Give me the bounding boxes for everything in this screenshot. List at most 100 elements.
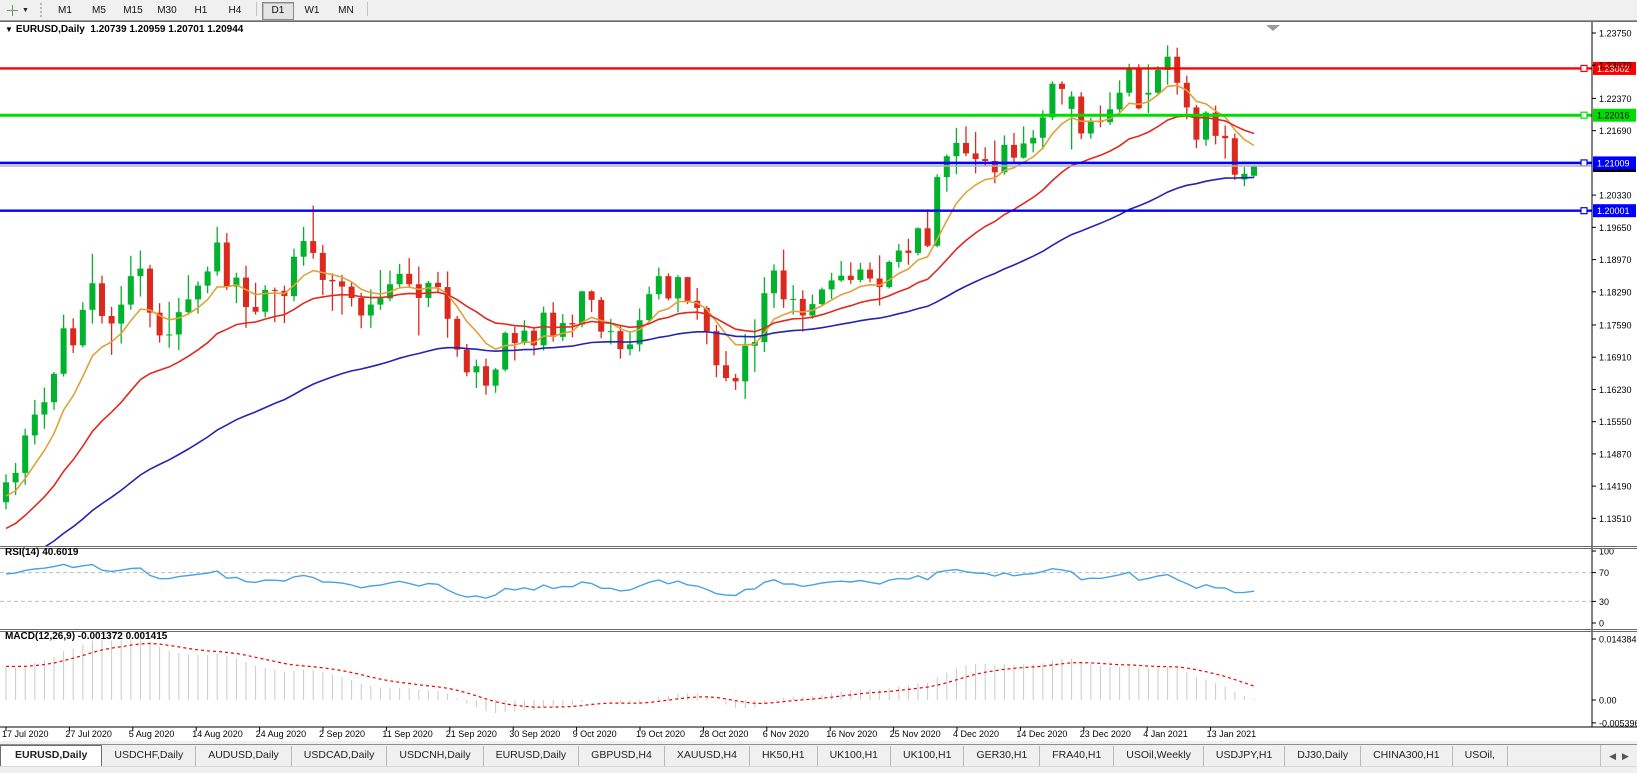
tab-dj30-daily[interactable]: DJ30,Daily: [1285, 746, 1361, 767]
price-tick-label: 1.23750: [1599, 29, 1632, 39]
price-line-label-1.22016[interactable]: 1.22016: [1593, 109, 1636, 122]
chart-tabbar: EURUSD,DailyUSDCHF,DailyAUDUSD,DailyUSDC…: [0, 744, 1637, 767]
date-tick-label: 23 Dec 2020: [1080, 729, 1131, 739]
timeframe-button-m1[interactable]: M1: [49, 2, 81, 20]
macd-histogram: [6, 639, 1254, 714]
price-tick-label: 1.21690: [1599, 126, 1632, 136]
tab-hk50-h1[interactable]: HK50,H1: [750, 746, 818, 767]
tab-usoil[interactable]: USOil,: [1453, 746, 1508, 767]
mt4-window: ▼ M1M5M15M30H1H4D1W1MN 1.209441.230021.2…: [0, 0, 1637, 773]
date-tick-label: 16 Nov 2020: [826, 729, 877, 739]
timeframe-button-h4[interactable]: H4: [219, 2, 251, 20]
time-axis[interactable]: 17 Jul 202027 Jul 20205 Aug 202014 Aug 2…: [2, 727, 1256, 739]
price-tick-label: 1.14870: [1599, 449, 1632, 459]
date-tick-label: 13 Jan 2021: [1207, 729, 1257, 739]
hline-1.21009[interactable]: [0, 160, 1592, 166]
toolbar-grip[interactable]: [40, 3, 42, 17]
timeframe-button-h1[interactable]: H1: [185, 2, 217, 20]
chart-shift-marker[interactable]: [1266, 25, 1280, 31]
macd-tick-label: 0.014384: [1599, 634, 1637, 644]
macd-axis[interactable]: 0.0143840.00-0.005396: [1592, 634, 1637, 728]
date-tick-label: 11 Sep 2020: [382, 729, 432, 739]
timeframe-button-m15[interactable]: M15: [117, 2, 149, 20]
date-tick-label: 4 Jan 2021: [1143, 729, 1188, 739]
price-axis[interactable]: 1.237501.230701.223701.216901.203301.196…: [1592, 22, 1632, 727]
date-tick-label: 27 Jul 2020: [65, 729, 112, 739]
chart-canvas[interactable]: 1.209441.230021.220161.210091.200011.237…: [0, 21, 1637, 741]
hline-1.23002[interactable]: [0, 65, 1592, 71]
tab-gbpusd-h4[interactable]: GBPUSD,H4: [579, 746, 665, 767]
date-tick-label: 25 Nov 2020: [890, 729, 941, 739]
timeframe-button-d1[interactable]: D1: [262, 2, 294, 20]
tab-china300-h1[interactable]: CHINA300,H1: [1361, 746, 1453, 767]
rsi-tick-label: 0: [1599, 619, 1604, 629]
date-tick-label: 5 Aug 2020: [129, 729, 175, 739]
hline-handle[interactable]: [1581, 160, 1587, 166]
date-tick-label: 4 Dec 2020: [953, 729, 999, 739]
ohlc-close: 1.20944: [207, 24, 243, 35]
tab-scroll-left-icon[interactable]: ◀: [1609, 751, 1616, 762]
svg-text:1.20001: 1.20001: [1597, 206, 1630, 216]
timeframe-toolbar: ▼ M1M5M15M30H1H4 D1W1MN: [0, 0, 1637, 21]
hline-handle[interactable]: [1581, 112, 1587, 118]
tab-audusd-daily[interactable]: AUDUSD,Daily: [196, 746, 292, 767]
tab-usdjpy-h1[interactable]: USDJPY,H1: [1204, 746, 1285, 767]
price-tick-label: 1.18970: [1599, 255, 1632, 265]
ma-line-slow: [6, 177, 1254, 565]
panel-borders: [0, 22, 1637, 728]
date-tick-label: 6 Nov 2020: [763, 729, 809, 739]
toolbar-separator: [256, 2, 257, 16]
tab-usdcad-daily[interactable]: USDCAD,Daily: [292, 746, 388, 767]
tab-usoil-weekly[interactable]: USOil,Weekly: [1114, 746, 1204, 767]
status-bar: [0, 766, 1637, 773]
hline-1.22016[interactable]: [0, 112, 1592, 118]
macd-signal-line: [6, 644, 1254, 708]
chart-title: ▼EURUSD,Daily 1.20739 1.20959 1.20701 1.…: [5, 24, 243, 35]
tab-eurusd-daily[interactable]: EURUSD,Daily: [0, 745, 102, 767]
date-tick-label: 19 Oct 2020: [636, 729, 685, 739]
price-tick-label: 1.19650: [1599, 223, 1632, 233]
price-tick-label: 1.22370: [1599, 94, 1632, 104]
tab-usdcnh-daily[interactable]: USDCNH,Daily: [387, 746, 483, 767]
tab-eurusd-daily[interactable]: EURUSD,Daily: [484, 746, 580, 767]
hline-handle[interactable]: [1581, 208, 1587, 214]
timeframe-button-mn[interactable]: MN: [330, 2, 362, 20]
price-line-label-1.21009[interactable]: 1.21009: [1593, 156, 1636, 169]
price-tick-label: 1.20330: [1599, 191, 1632, 201]
tab-uk100-h1[interactable]: UK100,H1: [891, 746, 964, 767]
toolbar-separator: [367, 2, 368, 16]
date-tick-label: 14 Aug 2020: [192, 729, 243, 739]
tab-ger30-h1[interactable]: GER30,H1: [964, 746, 1040, 767]
tab-scroll-arrows: ◀ ▶: [1600, 745, 1637, 767]
price-tick-label: 1.18290: [1599, 287, 1632, 297]
ohlc-open: 1.20739: [90, 24, 126, 35]
timeframe-button-m30[interactable]: M30: [151, 2, 183, 20]
hline-handle[interactable]: [1581, 65, 1587, 71]
ma-line-medium: [6, 116, 1254, 529]
price-tick-label: 1.16910: [1599, 353, 1632, 363]
crosshair-cursor-icon[interactable]: ▼: [4, 2, 32, 18]
price-tick-label: 1.17590: [1599, 320, 1632, 330]
tab-xauusd-h4[interactable]: XAUUSD,H4: [665, 746, 750, 767]
price-line-label-1.20001[interactable]: 1.20001: [1593, 204, 1636, 217]
ohlc-high: 1.20959: [129, 24, 165, 35]
collapse-caret-icon[interactable]: ▼: [5, 25, 13, 34]
hline-1.20001[interactable]: [0, 208, 1592, 214]
macd-indicator-label: MACD(12,26,9) -0.001372 0.001415: [5, 631, 167, 642]
tab-fra40-h1[interactable]: FRA40,H1: [1040, 746, 1114, 767]
date-tick-label: 9 Oct 2020: [573, 729, 617, 739]
price-tick-label: 1.15550: [1599, 417, 1632, 427]
chevron-down-icon: ▼: [22, 7, 29, 14]
tab-uk100-h1[interactable]: UK100,H1: [818, 746, 891, 767]
date-tick-label: 2 Sep 2020: [319, 729, 365, 739]
timeframe-button-m5[interactable]: M5: [83, 2, 115, 20]
chart-tabs: EURUSD,DailyUSDCHF,DailyAUDUSD,DailyUSDC…: [0, 745, 1601, 767]
timeframe-button-w1[interactable]: W1: [296, 2, 328, 20]
svg-text:1.21009: 1.21009: [1597, 158, 1630, 168]
date-tick-label: 30 Sep 2020: [509, 729, 560, 739]
rsi-axis[interactable]: 10070300: [1592, 547, 1614, 629]
tab-usdchf-daily[interactable]: USDCHF,Daily: [102, 746, 196, 767]
rsi-line: [6, 564, 1254, 598]
tab-scroll-right-icon[interactable]: ▶: [1622, 751, 1629, 762]
price-tick-label: 1.16230: [1599, 385, 1632, 395]
